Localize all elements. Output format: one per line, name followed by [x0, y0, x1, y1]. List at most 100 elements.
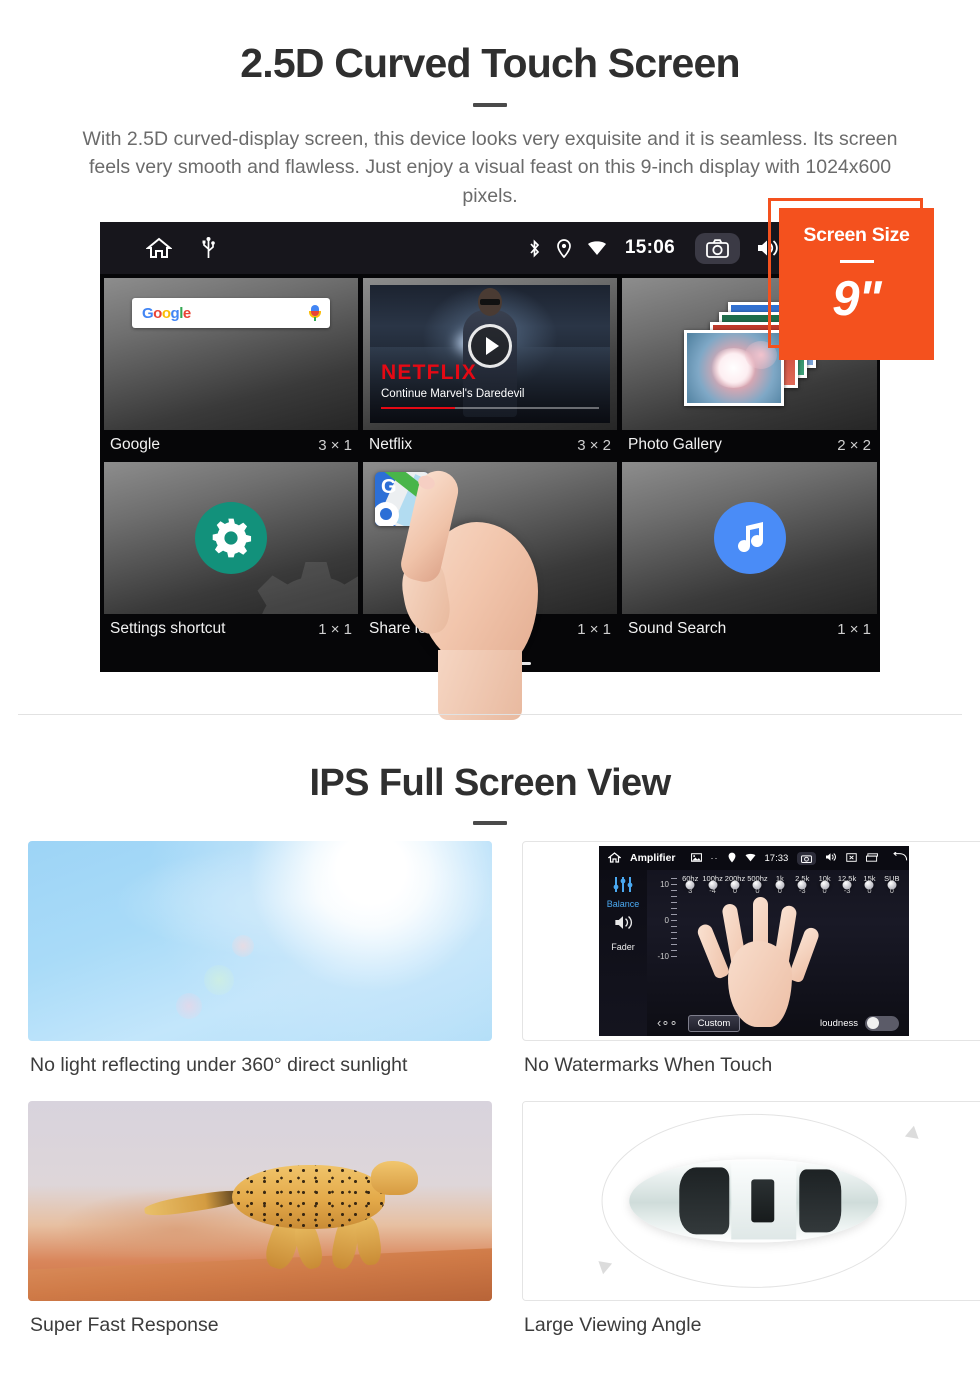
eq-band[interactable]: 100hz -4	[701, 874, 723, 895]
music-note-icon[interactable]	[713, 502, 786, 574]
equalizer-scale: 10 0 -10	[651, 874, 679, 966]
widget-label: Netflix	[369, 436, 413, 453]
hand-illustration	[695, 895, 821, 1028]
gear-icon[interactable]	[195, 502, 267, 574]
status-bar-clock: 15:06	[624, 237, 675, 258]
eq-band[interactable]: SUB 0	[881, 874, 903, 895]
gallery-icon[interactable]	[690, 852, 702, 864]
head-unit-screenshot: 15:06 Google Google 3 × 1 NETFLIX Contin…	[100, 222, 880, 672]
eq-band[interactable]: 1k 0	[769, 874, 791, 895]
settings-shortcut-widget[interactable]	[104, 462, 358, 614]
home-icon[interactable]	[607, 851, 622, 865]
badge-divider	[839, 260, 874, 263]
widget-size: 3 × 1	[318, 436, 352, 454]
eq-band[interactable]: 200hz 0	[724, 874, 746, 895]
widget-size: 1 × 1	[577, 620, 611, 638]
page-dot[interactable]	[449, 662, 471, 665]
eq-band[interactable]: 500hz 0	[746, 874, 768, 895]
netflix-widget[interactable]: NETFLIX Continue Marvel's Daredevil	[363, 278, 617, 430]
widget-settings-shortcut[interactable]: Settings shortcut 1 × 1	[104, 462, 358, 646]
close-icon[interactable]	[846, 852, 858, 864]
widget-sound-search[interactable]: Sound Search 1 × 1	[622, 462, 877, 646]
loudness-toggle[interactable]	[865, 1015, 899, 1031]
curved-touch-screen-section: 2.5D Curved Touch Screen With 2.5D curve…	[0, 0, 980, 720]
widget-label: Photo Gallery	[628, 436, 722, 453]
title-divider-rule	[473, 103, 507, 108]
widget-picker-grid: Google Google 3 × 1 NETFLIX Continue Mar…	[100, 274, 880, 672]
eq-band[interactable]: 10k 0	[813, 874, 835, 895]
widget-label: Sound Search	[628, 620, 727, 637]
back-arrow-icon[interactable]: ‹∘∘	[657, 1015, 678, 1031]
widget-google[interactable]: Google Google 3 × 1	[104, 278, 358, 462]
section-divider	[18, 714, 962, 715]
bluetooth-icon	[528, 238, 541, 258]
android-status-bar: 15:06	[100, 222, 880, 274]
widget-label: Google	[110, 436, 160, 453]
widget-netflix[interactable]: NETFLIX Continue Marvel's Daredevil Netf…	[363, 278, 617, 462]
location-icon	[557, 238, 571, 258]
widget-size: 2 × 2	[837, 436, 871, 454]
balance-icon[interactable]	[599, 876, 647, 898]
amplifier-clock: 17:33	[764, 852, 789, 864]
page-dot-active[interactable]	[509, 662, 531, 665]
card-caption: No light reflecting under 360° direct su…	[30, 1054, 408, 1076]
usb-icon[interactable]	[202, 237, 215, 259]
feature-card-sunlight: No light reflecting under 360° direct su…	[28, 841, 492, 1101]
badge-title: Screen Size	[803, 224, 910, 246]
eq-band[interactable]: 15k 0	[858, 874, 880, 895]
widget-size: 1 × 1	[318, 620, 352, 638]
widget-size: 1 × 1	[837, 620, 871, 638]
widget-size: 3 × 2	[577, 436, 611, 454]
feature-card-watermarks: Amplifier ·· 17:33 Balance Fader 10 0 -1…	[522, 841, 980, 1101]
scale-max: 10	[660, 880, 669, 889]
card-caption: Super Fast Response	[30, 1314, 219, 1336]
mic-icon[interactable]	[309, 305, 321, 321]
scale-min: -10	[657, 952, 669, 961]
netflix-progress-bar	[381, 406, 599, 409]
loudness-control[interactable]: loudness	[819, 1015, 899, 1031]
amplifier-screenshot: Amplifier ·· 17:33 Balance Fader 10 0 -1…	[599, 846, 909, 1036]
cheetah-image	[28, 1101, 492, 1301]
back-icon[interactable]	[893, 851, 908, 864]
widget-share-location[interactable]: G Share location 1 × 1	[363, 462, 617, 646]
amplifier-status-bar: Amplifier ·· 17:33	[599, 846, 909, 870]
eq-band[interactable]: 12.5k -3	[836, 874, 858, 895]
card-caption: Large Viewing Angle	[524, 1314, 702, 1336]
eq-band[interactable]: 60hz 3	[679, 874, 701, 895]
google-maps-icon[interactable]: G	[375, 472, 429, 526]
amplifier-image: Amplifier ·· 17:33 Balance Fader 10 0 -1…	[522, 841, 980, 1041]
google-search-widget[interactable]: Google	[104, 278, 358, 430]
eq-band[interactable]: 2.5k -3	[791, 874, 813, 895]
feature-card-viewing-angle: Large Viewing Angle	[522, 1101, 980, 1361]
loudness-label: loudness	[819, 1017, 858, 1029]
sunlight-image	[28, 841, 492, 1041]
feature-card-grid: No light reflecting under 360° direct su…	[0, 841, 980, 1361]
volume-icon[interactable]	[825, 852, 837, 864]
fader-label[interactable]: Fader	[599, 942, 647, 952]
page-dot[interactable]	[479, 662, 501, 665]
netflix-brand-text: NETFLIX	[381, 361, 477, 384]
search-input[interactable]: Google	[132, 298, 330, 328]
more-icon[interactable]: ··	[711, 853, 719, 863]
section-two-title: IPS Full Screen View	[309, 762, 671, 804]
car-top-view-image	[522, 1101, 980, 1301]
recents-icon[interactable]	[866, 852, 879, 864]
section-one-title: 2.5D Curved Touch Screen	[240, 40, 740, 86]
scale-mid: 0	[664, 916, 669, 925]
wifi-icon	[745, 853, 756, 864]
google-logo-text: Google	[142, 304, 191, 322]
home-icon[interactable]	[146, 237, 172, 259]
amplifier-sidebar: Balance Fader	[599, 870, 647, 1036]
page-indicator-dots[interactable]	[100, 662, 880, 665]
camera-icon[interactable]	[797, 851, 817, 865]
location-icon	[728, 852, 736, 865]
screen-size-badge: Screen Size 9"	[779, 208, 934, 360]
ips-full-screen-view-section: IPS Full Screen View No light reflecting…	[0, 716, 980, 1394]
section-two-divider-rule	[473, 821, 507, 825]
fader-icon[interactable]	[599, 914, 647, 936]
share-location-widget[interactable]: G	[363, 462, 617, 614]
balance-label[interactable]: Balance	[599, 899, 647, 909]
camera-icon[interactable]	[695, 232, 740, 264]
amplifier-title: Amplifier	[630, 852, 676, 864]
sound-search-widget[interactable]	[622, 462, 877, 614]
